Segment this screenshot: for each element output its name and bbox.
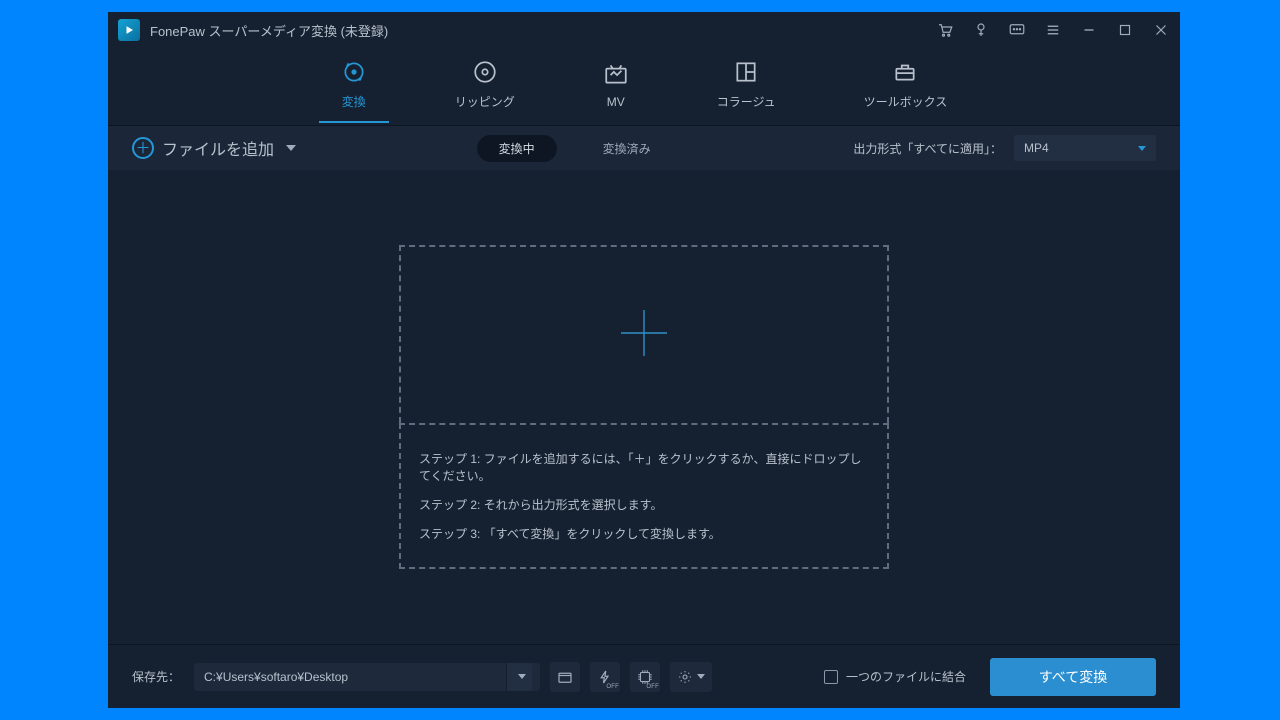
tab-collage[interactable]: コラージュ — [703, 51, 790, 122]
maximize-icon[interactable] — [1116, 21, 1134, 39]
save-path-value: C:¥Users¥softaro¥Desktop — [204, 670, 348, 684]
instructions: ステップ 1: ファイルを追加するには、「＋」をクリックするか、直接にドロップし… — [399, 423, 889, 568]
app-logo-icon — [118, 19, 140, 41]
checkbox-icon — [824, 670, 838, 684]
key-icon[interactable] — [972, 21, 990, 39]
step-1: ステップ 1: ファイルを追加するには、「＋」をクリックするか、直接にドロップし… — [419, 451, 869, 485]
mv-icon — [603, 61, 629, 87]
merge-checkbox[interactable]: 一つのファイルに結合 — [824, 668, 966, 685]
tab-ripping[interactable]: リッピング — [441, 51, 529, 122]
plus-circle-icon: ＋ — [132, 137, 154, 159]
titlebar: FonePaw スーパーメディア変換 (未登録) — [108, 12, 1180, 48]
off-badge: OFF — [606, 684, 619, 690]
app-window: FonePaw スーパーメディア変換 (未登録) — [108, 12, 1180, 708]
merge-label: 一つのファイルに結合 — [846, 668, 966, 685]
drop-target[interactable] — [399, 245, 889, 423]
cart-icon[interactable] — [936, 21, 954, 39]
main-area: ステップ 1: ファイルを追加するには、「＋」をクリックするか、直接にドロップし… — [108, 170, 1180, 644]
collage-icon — [733, 59, 759, 85]
drop-zone: ステップ 1: ファイルを追加するには、「＋」をクリックするか、直接にドロップし… — [399, 245, 889, 568]
output-format-value: MP4 — [1024, 141, 1049, 155]
step-2: ステップ 2: それから出力形式を選択します。 — [419, 497, 869, 514]
open-folder-button[interactable] — [550, 662, 580, 692]
big-plus-icon — [619, 308, 669, 363]
chevron-down-icon — [506, 663, 532, 691]
subbar: ＋ ファイルを追加 変換中 変換済み 出力形式「すべてに適用」： MP4 — [108, 126, 1180, 170]
save-path-select[interactable]: C:¥Users¥softaro¥Desktop — [194, 663, 540, 691]
add-file-button[interactable]: ＋ ファイルを追加 — [132, 136, 296, 160]
tab-label: MV — [607, 95, 625, 109]
hardware-accel-button[interactable]: OFF — [590, 662, 620, 692]
tab-label: 変換 — [342, 93, 366, 110]
output-format-select[interactable]: MP4 — [1014, 135, 1156, 161]
add-file-label: ファイルを追加 — [162, 136, 274, 160]
output-format-label: 出力形式「すべてに適用」： — [853, 140, 1002, 157]
app-title: FonePaw スーパーメディア変換 (未登録) — [150, 21, 388, 40]
tab-toolbox[interactable]: ツールボックス — [850, 51, 962, 122]
convert-all-button[interactable]: すべて変換 — [990, 658, 1156, 696]
tab-label: コラージュ — [717, 93, 776, 110]
segment-converted[interactable]: 変換済み — [581, 135, 673, 162]
tab-convert[interactable]: 変換 — [327, 51, 381, 122]
save-to-label: 保存先： — [132, 668, 180, 685]
off-badge: OFF — [646, 684, 659, 690]
ripping-icon — [472, 59, 498, 85]
status-segment: 変換中 変換済み — [477, 135, 673, 162]
step-3: ステップ 3: 「すべて変換」をクリックして変換します。 — [419, 526, 869, 543]
toolbox-icon — [892, 59, 918, 85]
chevron-down-icon — [697, 674, 705, 679]
tab-label: ツールボックス — [864, 93, 948, 110]
segment-converting[interactable]: 変換中 — [477, 135, 557, 162]
tab-label: リッピング — [455, 93, 515, 110]
close-icon[interactable] — [1152, 21, 1170, 39]
minimize-icon[interactable] — [1080, 21, 1098, 39]
footer: 保存先： C:¥Users¥softaro¥Desktop OFF OFF 一つ… — [108, 644, 1180, 708]
feedback-icon[interactable] — [1008, 21, 1026, 39]
tab-mv[interactable]: MV — [589, 53, 643, 121]
chevron-down-icon — [286, 145, 296, 151]
titlebar-icons — [936, 21, 1170, 39]
convert-icon — [341, 59, 367, 85]
settings-button[interactable] — [670, 662, 712, 692]
gpu-button[interactable]: OFF — [630, 662, 660, 692]
menu-icon[interactable] — [1044, 21, 1062, 39]
chevron-down-icon — [1138, 146, 1146, 151]
output-format: 出力形式「すべてに適用」： MP4 — [853, 135, 1156, 161]
main-tabs: 変換 リッピング MV コラージュ ツールボックス — [108, 48, 1180, 126]
